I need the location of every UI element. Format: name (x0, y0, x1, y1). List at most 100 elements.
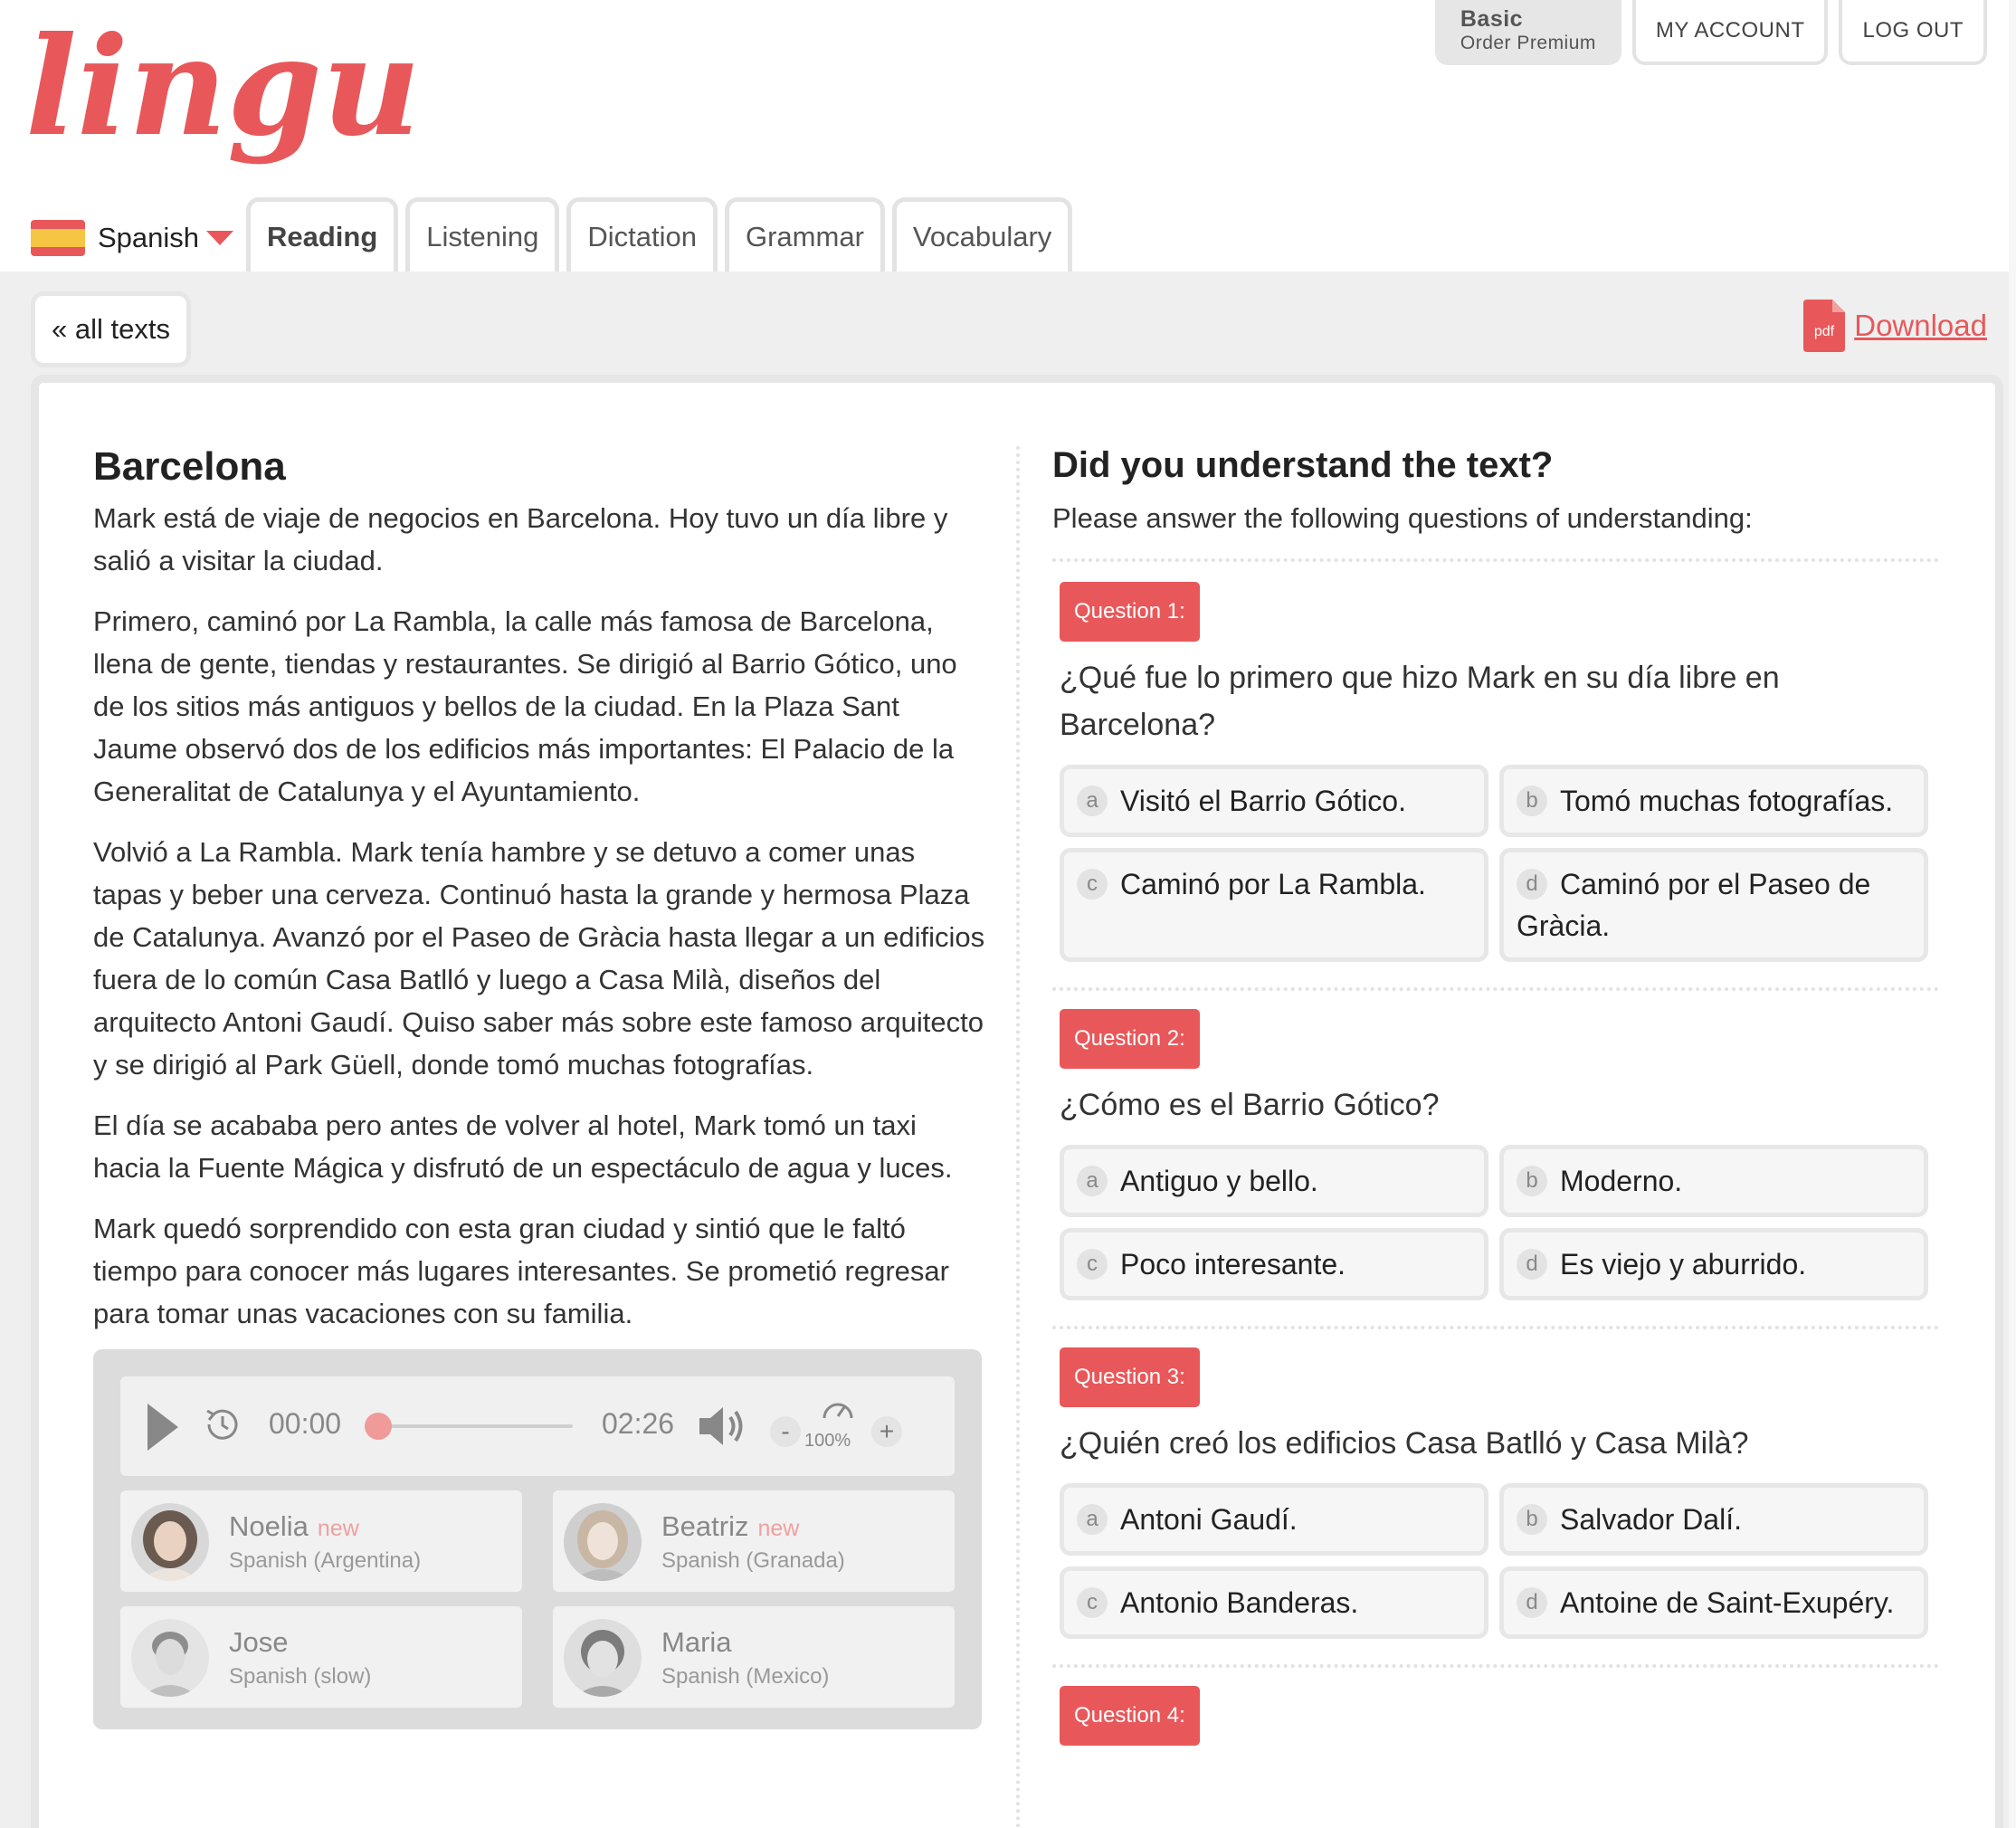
separator (1052, 1326, 1939, 1329)
question-block: Question 2: ¿Cómo es el Barrio Gótico? a… (1052, 1009, 1948, 1300)
answer-grid: a Antoni Gaudí. b Salvador Dalí. c Antonio … (1060, 1483, 1948, 1639)
answer-letter: b (1517, 1166, 1547, 1196)
tab-grammar[interactable]: Grammar (725, 197, 885, 271)
tab-dictation[interactable]: Dictation (566, 197, 718, 271)
text-paragraph: Volvió a La Rambla. Mark tenía hambre y … (93, 836, 985, 1081)
answer-letter: d (1517, 869, 1547, 900)
duration: 02:26 (602, 1407, 675, 1440)
lingua-logo[interactable]: lingua (25, 0, 509, 186)
answer-option[interactable]: a Visitó el Barrio Gótico. (1060, 765, 1488, 837)
question-block: Question 3: ¿Quién creó los edificios Ca… (1052, 1347, 1948, 1639)
progress-handle[interactable] (365, 1413, 392, 1440)
answer-option[interactable]: a Antoni Gaudí. (1060, 1483, 1488, 1556)
download-pdf[interactable]: pdf Download (1803, 299, 1987, 353)
answer-letter: b (1517, 1504, 1547, 1535)
voice-name: Jose (229, 1626, 289, 1658)
audio-player: 00:00 02:26 - 100% + Noelia new Spanish … (93, 1349, 982, 1729)
answer-letter: d (1517, 1249, 1547, 1280)
text-paragraph: El día se acababa pero antes de volver a… (93, 1109, 953, 1184)
separator (1052, 987, 1939, 991)
answer-letter: c (1077, 869, 1108, 900)
voice-name: Beatriz new (661, 1510, 800, 1542)
answer-letter: b (1517, 785, 1547, 816)
my-account-button[interactable]: MY ACCOUNT (1631, 0, 1829, 65)
svg-text:pdf: pdf (1814, 324, 1835, 339)
question-label: Question 3: (1060, 1347, 1200, 1407)
voice-name: Noelia new (229, 1510, 359, 1542)
order-premium-link[interactable]: Order Premium (1460, 32, 1596, 55)
voice-option[interactable]: Beatriz new Spanish (Granada) (553, 1490, 955, 1592)
language-name: Spanish (98, 222, 200, 253)
answer-letter: a (1077, 1166, 1108, 1196)
download-link[interactable]: Download (1854, 309, 1987, 343)
avatar (131, 1619, 209, 1697)
avatar (564, 1619, 642, 1697)
new-badge: new (757, 1516, 800, 1541)
voice-option[interactable]: Noelia new Spanish (Argentina) (120, 1490, 522, 1592)
volume-icon[interactable] (696, 1402, 746, 1451)
plan-button[interactable]: Basic Order Premium (1434, 0, 1621, 65)
answer-option[interactable]: b Salvador Dalí. (1499, 1483, 1928, 1556)
answer-option[interactable]: a Antiguo y bello. (1060, 1145, 1488, 1217)
question-label: Question 1: (1060, 582, 1200, 642)
avatar (564, 1503, 642, 1581)
voice-accent: Spanish (Argentina) (229, 1548, 422, 1573)
play-icon[interactable] (147, 1404, 178, 1451)
site-header: lingua Basic Order Premium MY ACCOUNT LO… (0, 0, 2016, 271)
comprehension-quiz: Did you understand the text? Please answ… (1052, 443, 1948, 1746)
question-label: Question 4: (1060, 1686, 1200, 1746)
column-divider (1016, 446, 1020, 1828)
player-controls: 00:00 02:26 - 100% + (120, 1376, 955, 1476)
voice-accent: Spanish (Mexico) (661, 1664, 830, 1689)
speed-gauge-icon (823, 1403, 853, 1419)
rewind-history-icon[interactable] (202, 1404, 243, 1445)
separator (1052, 558, 1939, 562)
all-texts-button[interactable]: « all texts (31, 291, 191, 367)
answer-option[interactable]: d Caminó por el Paseo de Gràcia. (1499, 848, 1928, 962)
section-tabs: Reading Listening Dictation Grammar Voca… (246, 197, 1073, 271)
language-selector[interactable]: Spanish (31, 215, 234, 261)
answer-option[interactable]: c Antonio Banderas. (1060, 1566, 1488, 1639)
answer-option[interactable]: d Antoine de Saint-Exupéry. (1499, 1566, 1928, 1639)
account-nav: Basic Order Premium MY ACCOUNT LOG OUT (1434, 0, 1987, 65)
speed-decrease-button[interactable]: - (770, 1416, 801, 1447)
quiz-heading: Did you understand the text? (1052, 445, 1554, 485)
svg-text:lingua: lingua (25, 7, 423, 167)
answer-letter: c (1077, 1587, 1108, 1618)
voice-accent: Spanish (slow) (229, 1664, 372, 1689)
answer-option[interactable]: c Poco interesante. (1060, 1228, 1488, 1300)
question-block: Question 1: ¿Qué fue lo primero que hizo… (1052, 582, 1948, 962)
question-text: ¿Qué fue lo primero que hizo Mark en su … (1060, 661, 1780, 742)
question-block: Question 4: (1052, 1686, 1948, 1746)
pdf-icon: pdf (1803, 300, 1846, 352)
answer-letter: a (1077, 785, 1108, 816)
answer-grid: a Visitó el Barrio Gótico. b Tomó muchas f… (1060, 765, 1948, 962)
tab-reading[interactable]: Reading (246, 197, 399, 271)
answer-option[interactable]: b Tomó muchas fotografías. (1499, 765, 1928, 837)
answer-option[interactable]: c Caminó por La Rambla. (1060, 848, 1488, 962)
voice-option[interactable]: Jose Spanish (slow) (120, 1606, 522, 1708)
voice-list: Noelia new Spanish (Argentina) Beatriz new… (120, 1490, 955, 1708)
speed-increase-button[interactable]: + (871, 1416, 902, 1447)
answer-grid: a Antiguo y bello. b Moderno. c Poco intere… (1060, 1145, 1948, 1300)
question-text: ¿Quién creó los edificios Casa Batlló y … (1060, 1426, 1749, 1461)
text-paragraph: Mark está de viaje de negocios en Barcel… (93, 502, 948, 576)
answer-option[interactable]: d Es viejo y aburrido. (1499, 1228, 1928, 1300)
text-paragraph: Mark quedó sorprendido con esta gran ciu… (93, 1213, 949, 1329)
logout-button[interactable]: LOG OUT (1839, 0, 1987, 65)
voice-option[interactable]: Maria Spanish (Mexico) (553, 1606, 955, 1708)
voice-accent: Spanish (Granada) (661, 1548, 845, 1573)
spain-flag-icon (31, 220, 85, 256)
speed-value: 100% (804, 1431, 851, 1451)
text-title: Barcelona (93, 444, 286, 489)
tab-vocabulary[interactable]: Vocabulary (891, 197, 1073, 271)
answer-option[interactable]: b Moderno. (1499, 1145, 1928, 1217)
lesson-card: Barcelona Mark está de viaje de negocios… (31, 375, 2003, 1828)
progress-track[interactable] (374, 1424, 573, 1428)
tab-listening[interactable]: Listening (405, 197, 560, 271)
caret-down-icon (206, 231, 234, 245)
quiz-intro: Please answer the following questions of… (1052, 502, 1753, 534)
question-text: ¿Cómo es el Barrio Gótico? (1060, 1088, 1440, 1122)
page-scrollbar[interactable] (2009, 0, 2016, 1828)
plan-title: Basic (1460, 6, 1524, 32)
